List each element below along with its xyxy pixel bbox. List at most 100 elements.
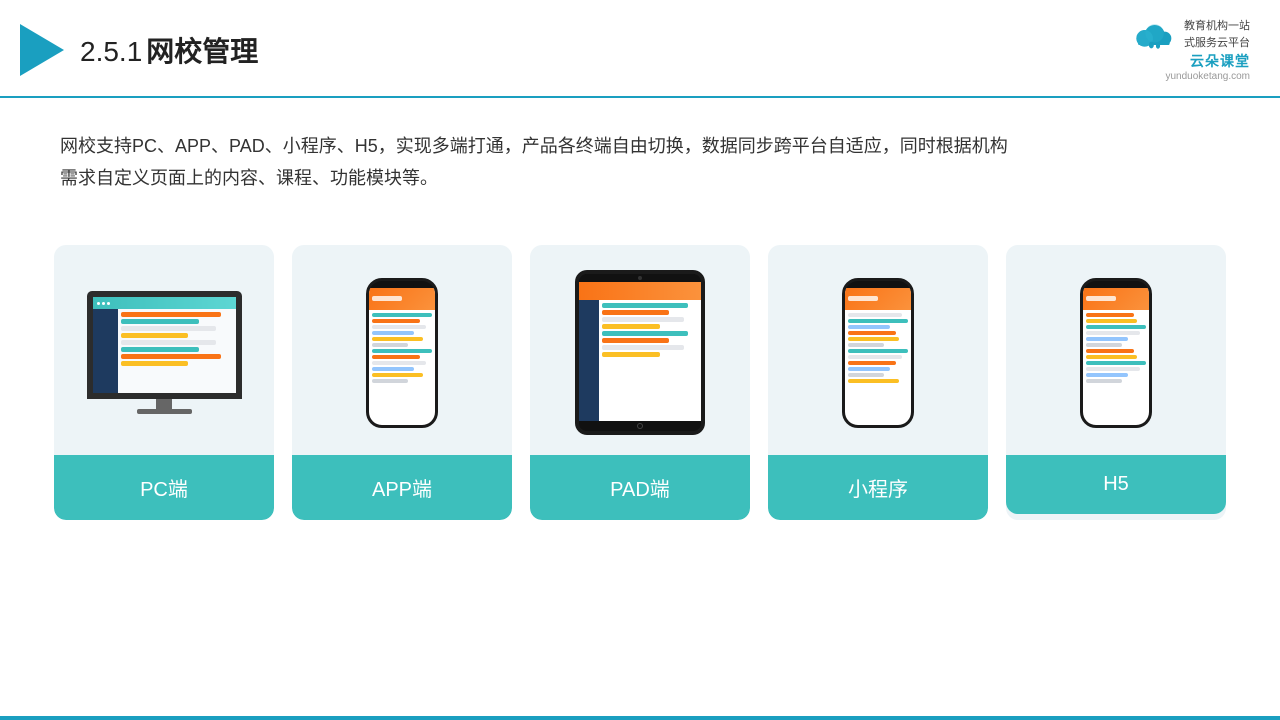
phone-h5-device xyxy=(1080,278,1152,428)
card-pad-label: PAD端 xyxy=(530,455,750,520)
h5-row-9 xyxy=(1086,361,1146,365)
tablet-body xyxy=(579,300,701,421)
phone-body-content xyxy=(369,310,435,388)
h5-row-5 xyxy=(1086,337,1128,341)
card-h5: H5 xyxy=(1006,245,1226,520)
phone-row-3 xyxy=(372,325,426,329)
phone-header-text xyxy=(372,296,402,301)
card-h5-label: H5 xyxy=(1006,455,1226,514)
pc-dot-1 xyxy=(97,302,100,305)
h5-row-3 xyxy=(1086,325,1146,329)
tablet-bottom-bar xyxy=(579,421,701,431)
tablet-row-3 xyxy=(602,317,684,322)
tablet-row-1 xyxy=(602,303,688,308)
pc-dot-3 xyxy=(107,302,110,305)
mp-row-2 xyxy=(848,319,908,323)
pc-screen-header xyxy=(93,297,236,309)
pc-row-4 xyxy=(121,333,188,338)
tablet-nav xyxy=(579,300,599,421)
phone-screen-area xyxy=(369,288,435,425)
tablet-row-8 xyxy=(602,352,660,357)
card-app-label: APP端 xyxy=(292,455,512,520)
phone-row-2 xyxy=(372,319,420,323)
mp-row-6 xyxy=(848,343,884,347)
header-left: 2.5.1网校管理 xyxy=(20,24,258,76)
phone-app-device xyxy=(366,278,438,428)
tablet-main xyxy=(599,300,701,421)
cards-section: PC端 xyxy=(0,225,1280,520)
card-pc: PC端 xyxy=(54,245,274,520)
pc-dot-2 xyxy=(102,302,105,305)
phone-header-stripe-3 xyxy=(1083,288,1149,310)
pc-foot xyxy=(137,409,192,414)
title-text: 网校管理 xyxy=(146,36,258,67)
tablet-home-button xyxy=(637,423,643,429)
description-text: 网校支持PC、APP、PAD、小程序、H5，实现多端打通，产品各终端自由切换，数… xyxy=(0,98,1280,215)
phone-header-stripe-2 xyxy=(845,288,911,310)
card-h5-image xyxy=(1006,245,1226,455)
card-app: APP端 xyxy=(292,245,512,520)
card-pc-image xyxy=(54,245,274,455)
pc-row-7 xyxy=(121,354,222,359)
phone-row-10 xyxy=(372,367,414,371)
mp-row-1 xyxy=(848,313,902,317)
tablet-camera xyxy=(638,276,642,280)
brand-top-row: 教育机构一站 式服务云平台 xyxy=(1128,18,1250,51)
tablet-row-6 xyxy=(602,338,669,343)
phone-screen-area-2 xyxy=(845,288,911,425)
phone-body-content-3 xyxy=(1083,310,1149,388)
tablet-row-4 xyxy=(602,324,660,329)
phone-body-content-2 xyxy=(845,310,911,388)
h5-row-8 xyxy=(1086,355,1137,359)
pc-sidebar-mini xyxy=(93,309,118,393)
pc-row-1 xyxy=(121,312,222,317)
tablet-header xyxy=(579,282,701,300)
phone-row-6 xyxy=(372,343,408,347)
phone-header-stripe xyxy=(369,288,435,310)
pc-stand xyxy=(156,399,172,409)
tablet-row-2 xyxy=(602,310,669,315)
phone-notch-2 xyxy=(866,283,890,288)
mp-row-10 xyxy=(848,367,890,371)
phone-row-8 xyxy=(372,355,420,359)
phone-screen-area-3 xyxy=(1083,288,1149,425)
mp-row-9 xyxy=(848,361,896,365)
h5-row-2 xyxy=(1086,319,1137,323)
pc-row-5 xyxy=(121,340,216,345)
page-header: 2.5.1网校管理 教育机构一站 式服务云平台 xyxy=(0,0,1280,98)
phone-row-7 xyxy=(372,349,432,353)
mp-row-11 xyxy=(848,373,884,377)
card-miniprogram: 小程序 xyxy=(768,245,988,520)
description-paragraph: 网校支持PC、APP、PAD、小程序、H5，实现多端打通，产品各终端自由切换，数… xyxy=(60,130,1220,195)
phone-header-text-3 xyxy=(1086,296,1116,301)
card-app-image xyxy=(292,245,512,455)
phone-row-1 xyxy=(372,313,432,317)
mp-row-3 xyxy=(848,325,890,329)
phone-row-12 xyxy=(372,379,408,383)
mp-row-12 xyxy=(848,379,899,383)
h5-row-6 xyxy=(1086,343,1122,347)
bottom-border xyxy=(0,716,1280,720)
card-pc-label: PC端 xyxy=(54,455,274,520)
tablet-row-7 xyxy=(602,345,684,350)
phone-row-11 xyxy=(372,373,423,377)
brand-logo: 教育机构一站 式服务云平台 云朵课堂 yunduoketang.com xyxy=(1128,18,1250,82)
pc-row-2 xyxy=(121,319,199,324)
h5-row-7 xyxy=(1086,349,1134,353)
card-miniprogram-image xyxy=(768,245,988,455)
logo-triangle-icon xyxy=(20,24,64,76)
phone-row-5 xyxy=(372,337,423,341)
h5-row-4 xyxy=(1086,331,1140,335)
tablet-device xyxy=(575,270,705,435)
card-miniprogram-label: 小程序 xyxy=(768,455,988,520)
pc-screen-inner xyxy=(93,297,236,393)
h5-row-10 xyxy=(1086,367,1140,371)
tablet-top-bar xyxy=(579,274,701,282)
mp-row-7 xyxy=(848,349,908,353)
mp-row-5 xyxy=(848,337,899,341)
h5-row-11 xyxy=(1086,373,1128,377)
brand-name: 云朵课堂 xyxy=(1190,51,1250,71)
brand-url: yunduoketang.com xyxy=(1165,71,1250,82)
pc-screen-wrapper xyxy=(87,291,242,399)
brand-text-block: 教育机构一站 式服务云平台 xyxy=(1184,18,1250,51)
